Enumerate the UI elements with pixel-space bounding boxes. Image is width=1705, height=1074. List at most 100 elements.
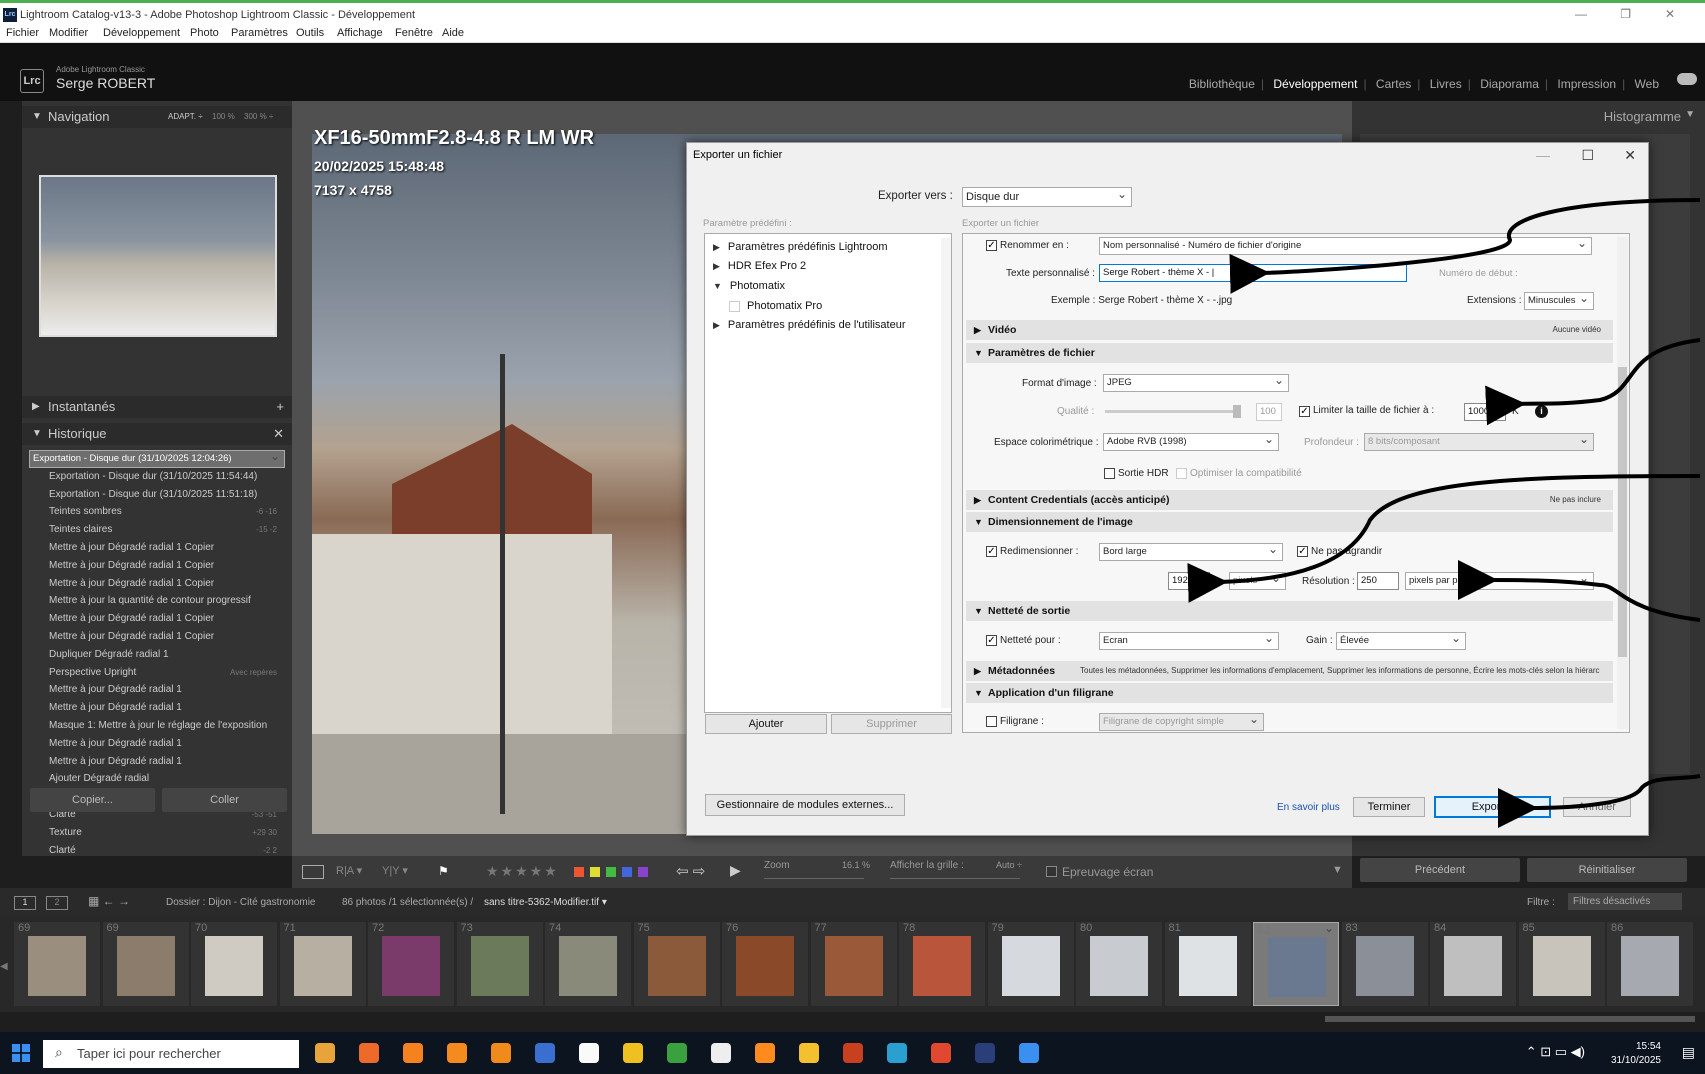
blue-label-icon[interactable] <box>622 867 632 877</box>
folder-label[interactable]: Dossier : Dijon - Cité gastronomie <box>166 897 316 908</box>
rename-checkbox[interactable]: ✓ <box>986 240 997 251</box>
watermark-checkbox[interactable] <box>986 716 997 727</box>
filmstrip-thumb[interactable]: 76 <box>722 922 808 1006</box>
sharpen-checkbox[interactable]: ✓ <box>986 635 997 646</box>
taskbar-app-icon[interactable] <box>1019 1043 1039 1063</box>
resolution-input[interactable]: 250 <box>1357 572 1399 590</box>
history-item[interactable]: Ajouter Dégradé radial <box>29 770 285 787</box>
yellow-label-icon[interactable] <box>590 867 600 877</box>
loupe-view-icon[interactable] <box>302 865 324 879</box>
histogram-title[interactable]: Histogramme <box>1604 109 1681 124</box>
dialog-minimize-icon[interactable]: — <box>1536 147 1550 163</box>
remove-preset-button[interactable]: Supprimer <box>831 714 952 734</box>
history-item[interactable]: Exportation - Disque dur (31/10/2025 11:… <box>29 468 285 485</box>
history-item[interactable]: Mettre à jour Dégradé radial 1 <box>29 699 285 716</box>
history-item[interactable]: Teintes claires -15 -2 <box>29 521 285 538</box>
menu-parametres[interactable]: Paramètres <box>231 27 288 39</box>
limit-size-checkbox[interactable]: ✓ <box>1299 406 1310 417</box>
learn-more-link[interactable]: En savoir plus <box>1277 802 1340 813</box>
history-item[interactable]: Mettre à jour Dégradé radial 1 Copier <box>29 610 285 627</box>
nav-fit[interactable]: ADAPT. ÷ <box>168 106 203 128</box>
filmstrip-thumb[interactable]: 80 <box>1076 922 1162 1006</box>
size-unit-select[interactable]: pixels <box>1229 572 1286 590</box>
add-snapshot-icon[interactable]: + <box>276 396 284 418</box>
section-file-settings[interactable]: ▼ Paramètres de fichier <box>966 343 1613 363</box>
history-header[interactable]: ▼ Historique ✕ <box>22 423 292 445</box>
filmstrip-thumb[interactable]: 73 <box>456 922 543 1006</box>
history-item[interactable]: Mettre à jour Dégradé radial 1 <box>29 681 285 698</box>
filter-select[interactable]: Filtres désactivés <box>1568 893 1682 910</box>
nav-100[interactable]: 100 % <box>212 106 235 128</box>
purple-label-icon[interactable] <box>638 867 648 877</box>
navigator-preview[interactable] <box>39 175 277 337</box>
preset-lightroom[interactable]: ▶ Paramètres prédéfinis Lightroom <box>713 241 888 253</box>
taskbar-app-icon[interactable] <box>579 1043 599 1063</box>
history-item[interactable]: Mettre à jour Dégradé radial 1 Copier <box>29 557 285 574</box>
toolbar-menu-icon[interactable]: ▼ <box>1332 864 1343 876</box>
filmstrip-thumb[interactable]: 86 <box>1607 922 1693 1006</box>
filmstrip-thumb[interactable]: 78 <box>899 922 985 1006</box>
history-item[interactable]: Mettre à jour Dégradé radial 1 Copier <box>29 575 285 592</box>
nav-300[interactable]: 300 % ÷ <box>244 106 273 128</box>
custom-text-input[interactable]: Serge Robert - thème X - | <box>1099 264 1407 282</box>
export-to-select[interactable]: Disque dur <box>962 187 1132 207</box>
history-item[interactable]: Mettre à jour Dégradé radial 1 <box>29 753 285 770</box>
settings-scrollbar[interactable] <box>1617 237 1628 729</box>
resize-checkbox[interactable]: ✓ <box>986 546 997 557</box>
grid-slider[interactable] <box>890 878 1020 879</box>
windows-start-icon[interactable] <box>12 1044 30 1062</box>
filmstrip-thumb[interactable]: 74 <box>545 922 631 1006</box>
resize-select[interactable]: Bord large <box>1099 543 1283 561</box>
taskbar-app-icon[interactable] <box>447 1043 467 1063</box>
taskbar-app-icon[interactable] <box>887 1043 907 1063</box>
restore-icon[interactable]: ❐ <box>1620 7 1631 21</box>
menu-affichage[interactable]: Affichage <box>337 27 383 39</box>
menu-developpement[interactable]: Développement <box>103 27 180 39</box>
history-item[interactable]: Exportation - Disque dur (31/10/2025 11:… <box>29 486 285 503</box>
section-video[interactable]: ▶ Vidéo Aucune vidéo <box>966 320 1613 340</box>
grid-value[interactable]: Auto ÷ <box>996 860 1022 870</box>
limit-size-input[interactable]: 1000 <box>1464 403 1506 421</box>
before-after-icon[interactable]: R|A ▾ <box>336 864 362 877</box>
preset-user[interactable]: ▶ Paramètres prédéfinis de l'utilisateur <box>713 319 906 331</box>
file-name[interactable]: sans titre-5362-Modifier.tif ▾ <box>484 897 607 908</box>
extensions-select[interactable]: Minuscules <box>1524 292 1594 310</box>
filmstrip-thumb[interactable]: 75 <box>633 922 720 1006</box>
paste-button[interactable]: Coller <box>162 788 287 812</box>
no-enlarge-checkbox[interactable]: ✓ <box>1297 546 1308 557</box>
taskbar-app-icon[interactable] <box>359 1043 379 1063</box>
history-item[interactable]: Dupliquer Dégradé radial 1 <box>29 646 285 663</box>
history-item[interactable]: Exportation - Disque dur (31/10/2025 12:… <box>29 450 285 468</box>
menu-outils[interactable]: Outils <box>296 27 324 39</box>
filmstrip-thumb[interactable]: 83 <box>1341 922 1428 1006</box>
section-output-sharpening[interactable]: ▼ Netteté de sortie <box>966 601 1613 621</box>
module-diaporama[interactable]: Diaporama <box>1480 77 1539 91</box>
flag-icon[interactable]: ⚑ <box>438 864 449 878</box>
filmstrip-scrollbar[interactable] <box>1325 1016 1695 1022</box>
tray-icons[interactable]: ⌃ ⊡ ▭ ◀) <box>1526 1044 1585 1060</box>
green-label-icon[interactable] <box>606 867 616 877</box>
red-label-icon[interactable] <box>574 867 584 877</box>
menu-aide[interactable]: Aide <box>442 27 464 39</box>
module-web[interactable]: Web <box>1635 77 1659 91</box>
taskbar-app-icon[interactable] <box>315 1043 335 1063</box>
filmstrip-thumb[interactable]: 70 <box>191 922 277 1006</box>
done-button[interactable]: Terminer <box>1353 797 1425 817</box>
filmstrip-thumb[interactable]: 71 <box>279 922 366 1006</box>
history-item[interactable]: Mettre à jour Dégradé radial 1 Copier <box>29 628 285 645</box>
filmstrip-thumb[interactable]: 77 <box>810 922 897 1006</box>
module-cartes[interactable]: Cartes <box>1376 77 1411 91</box>
clear-history-icon[interactable]: ✕ <box>273 423 284 445</box>
history-item[interactable]: Perspective Upright Avec repères <box>29 664 285 681</box>
window-2-icon[interactable]: 2 <box>46 896 68 910</box>
export-button[interactable]: Exporter <box>1434 796 1551 818</box>
depth-select[interactable]: 8 bits/composant <box>1364 433 1594 451</box>
grid-view-icon[interactable]: ▦ ← → <box>88 894 130 908</box>
history-item[interactable]: Teintes sombres -6 -16 <box>29 503 285 520</box>
filmstrip-thumb[interactable]: 69 <box>14 922 100 1006</box>
taskbar-app-icon[interactable] <box>623 1043 643 1063</box>
history-item[interactable]: Masque 1: Mettre à jour le réglage de l'… <box>29 717 285 734</box>
section-content-credentials[interactable]: ▶ Content Credentials (accès anticipé) Ne … <box>966 490 1613 510</box>
cancel-button[interactable]: Annuler <box>1563 797 1631 817</box>
menu-modifier[interactable]: Modifier <box>49 27 88 39</box>
